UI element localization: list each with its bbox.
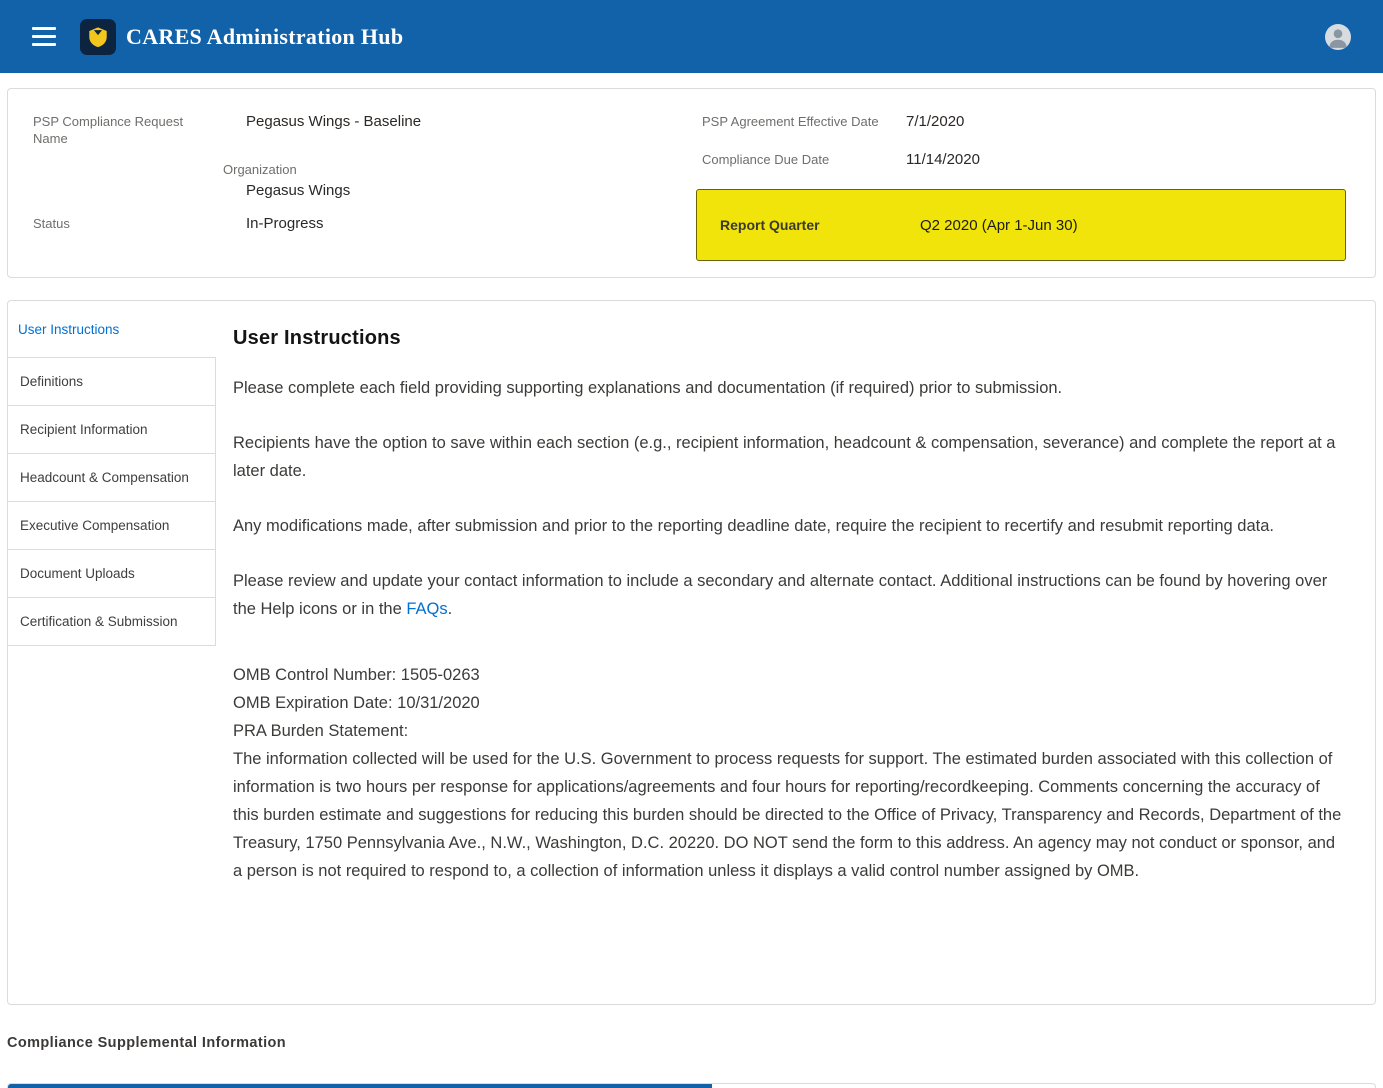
section-tab-list: User Instructions Definitions Recipient …: [8, 301, 216, 1004]
pra-burden-statement-label: PRA Burden Statement:: [233, 717, 1344, 745]
report-quarter-highlight: Report Quarter Q2 2020 (Apr 1-Jun 30): [696, 189, 1346, 261]
tab-certification-submission[interactable]: Certification & Submission: [7, 597, 216, 646]
user-avatar-icon[interactable]: [1325, 24, 1351, 50]
app-title: CARES Administration Hub: [126, 24, 403, 50]
status-label: Status: [33, 215, 246, 233]
effective-date-value: 7/1/2020: [906, 113, 964, 131]
compliance-summary-card: PSP Compliance Request Name Pegasus Wing…: [7, 88, 1376, 278]
tab-headcount-compensation[interactable]: Headcount & Compensation: [7, 453, 216, 502]
request-name-label: PSP Compliance Request Name: [33, 113, 246, 147]
tab-document-uploads[interactable]: Document Uploads: [7, 549, 216, 598]
supplemental-card-partial: [7, 1083, 1376, 1088]
report-quarter-value: Q2 2020 (Apr 1-Jun 30): [920, 217, 1078, 234]
page-title: User Instructions: [233, 327, 1344, 350]
shield-icon: [87, 26, 109, 48]
omb-block: OMB Control Number: 1505-0263 OMB Expira…: [233, 661, 1344, 885]
tab-user-instructions[interactable]: User Instructions: [8, 315, 216, 352]
faqs-link[interactable]: FAQs: [406, 600, 447, 618]
instructions-paragraph-3: Any modifications made, after submission…: [233, 512, 1344, 540]
status-value: In-Progress: [246, 215, 324, 233]
pra-burden-statement-text: The information collected will be used f…: [233, 745, 1344, 885]
due-date-label: Compliance Due Date: [702, 151, 906, 169]
summary-left-column: PSP Compliance Request Name Pegasus Wing…: [33, 113, 696, 277]
summary-right-column: PSP Agreement Effective Date 7/1/2020 Co…: [696, 113, 1346, 277]
effective-date-label: PSP Agreement Effective Date: [702, 113, 906, 131]
hamburger-menu-icon[interactable]: [30, 23, 58, 50]
tab-executive-compensation[interactable]: Executive Compensation: [7, 501, 216, 550]
tab-definitions[interactable]: Definitions: [7, 357, 216, 406]
organization-label: Organization: [223, 161, 696, 178]
report-quarter-label: Report Quarter: [720, 217, 920, 233]
instructions-paragraph-1: Please complete each field providing sup…: [233, 374, 1344, 402]
report-sections-card: User Instructions Definitions Recipient …: [7, 300, 1376, 1005]
instructions-paragraph-4: Please review and update your contact in…: [233, 567, 1344, 623]
due-date-value: 11/14/2020: [906, 151, 980, 169]
tab-recipient-information[interactable]: Recipient Information: [7, 405, 216, 454]
organization-value: Pegasus Wings: [246, 182, 696, 200]
compliance-supplemental-heading: Compliance Supplemental Information: [7, 1035, 1383, 1051]
user-instructions-content: User Instructions Please complete each f…: [216, 301, 1375, 1004]
app-logo: [80, 19, 116, 55]
app-header: CARES Administration Hub: [0, 0, 1383, 73]
instructions-paragraph-2: Recipients have the option to save withi…: [233, 429, 1344, 485]
progress-strip: [8, 1084, 712, 1088]
instructions-paragraph-4-period: .: [448, 600, 453, 618]
instructions-paragraph-4-text: Please review and update your contact in…: [233, 572, 1327, 618]
omb-control-number: OMB Control Number: 1505-0263: [233, 661, 1344, 689]
request-name-value: Pegasus Wings - Baseline: [246, 113, 421, 147]
omb-expiration-date: OMB Expiration Date: 10/31/2020: [233, 689, 1344, 717]
